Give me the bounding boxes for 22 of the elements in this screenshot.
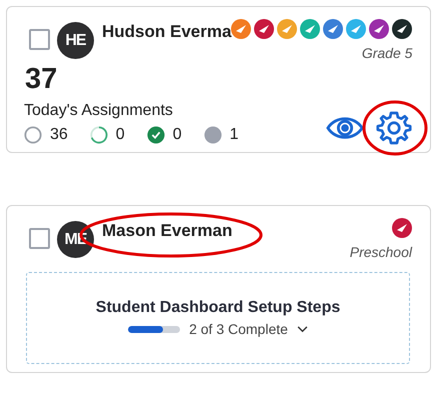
complete-icon: [146, 126, 165, 144]
checkbox[interactable]: [29, 29, 50, 50]
status-count: 0: [172, 126, 182, 144]
excused-icon: [204, 126, 222, 144]
status-count: 1: [230, 126, 239, 144]
avatar: HE: [57, 22, 94, 59]
progress-text: 2 of 3 Complete: [189, 321, 288, 337]
app-icon[interactable]: [369, 19, 390, 39]
setup-title: Student Dashboard Setup Steps: [96, 299, 340, 317]
chevron-down-icon[interactable]: [296, 326, 308, 332]
status-count: 36: [50, 126, 68, 144]
assignments-label: Today's Assignments: [24, 102, 174, 120]
app-icon[interactable]: [392, 19, 412, 39]
grade-label: Grade 5: [362, 45, 412, 61]
student-name[interactable]: Hudson Everma: [102, 22, 232, 42]
settings-icon[interactable]: [376, 110, 412, 146]
checkbox[interactable]: [29, 228, 50, 249]
in-progress-icon: [90, 126, 108, 144]
assignment-count: 37: [25, 63, 58, 96]
grade-label: Preschool: [350, 244, 412, 260]
not-started-icon: [24, 126, 42, 144]
status-count: 0: [116, 126, 125, 144]
